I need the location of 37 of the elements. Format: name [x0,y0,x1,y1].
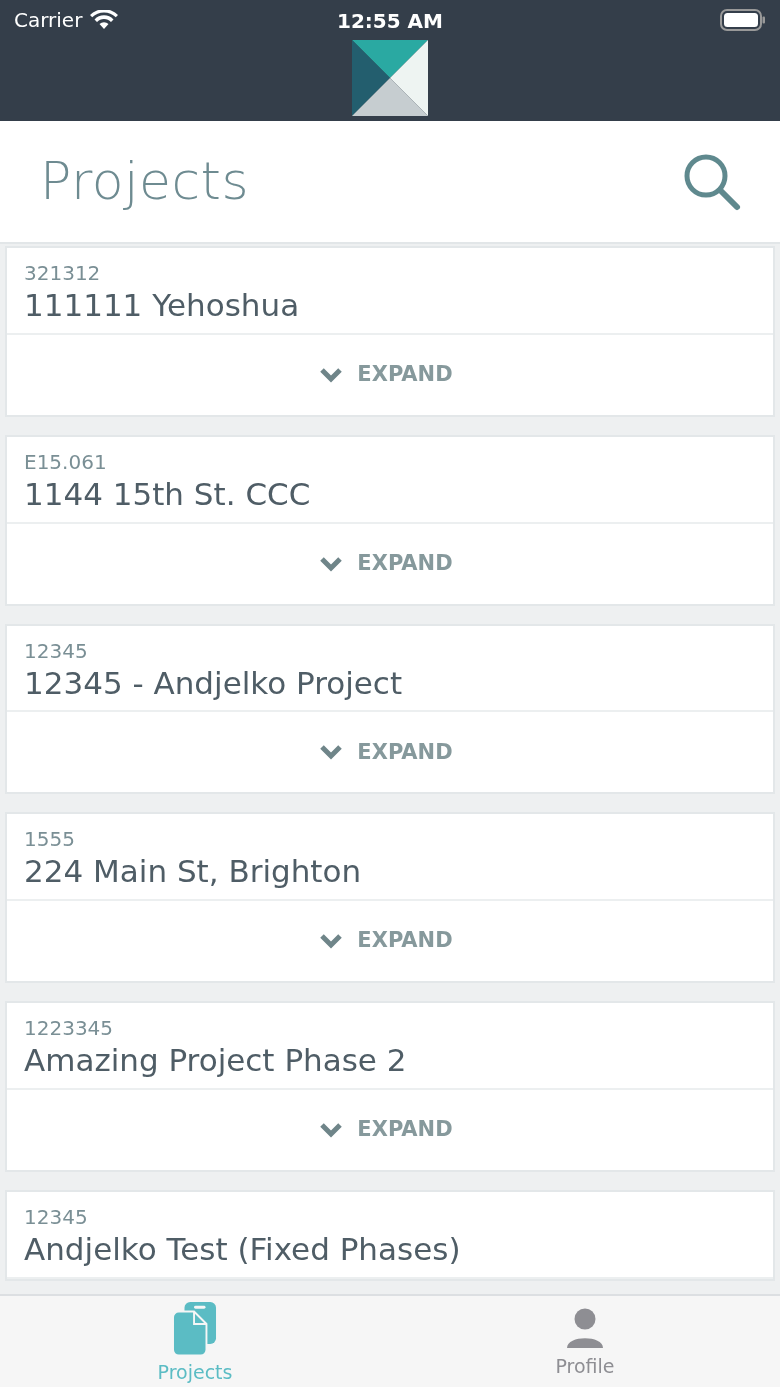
chevron-down-icon [319,1121,344,1138]
documents-icon [172,1302,218,1356]
person-icon [565,1307,605,1350]
expand-button[interactable]: EXPAND [319,925,453,957]
project-card[interactable]: 321312 111111 Yehoshua EXPAND [5,246,775,417]
chevron-down-icon [319,366,344,383]
wifi-icon [90,10,119,30]
project-name: Andjelko Test (Fixed Phases) [24,1229,462,1269]
project-number: 321312 [24,260,102,286]
project-number: 12345 [24,637,89,664]
project-card[interactable]: 1555 224 Main St, Brighton EXPAND [5,812,775,983]
page-title: Projects [40,150,249,213]
project-name: 224 Main St, Brighton [24,852,363,891]
project-card[interactable]: 12345 Andjelko Test (Fixed Phases) [5,1189,775,1281]
chevron-down-icon [319,933,344,949]
project-number: 1555 [24,826,76,853]
chevron-down-icon [319,744,344,761]
project-card[interactable]: 12345 12345 - Andjelko Project EXPAND [5,623,775,795]
battery-icon [720,9,766,31]
chevron-down-icon [319,555,344,572]
expand-button[interactable]: EXPAND [319,359,453,391]
expand-button[interactable]: EXPAND [319,736,453,768]
tab-bar-item[interactable]: Projects [0,1296,390,1387]
project-card[interactable]: E15.061 1144 15th St. CCC EXPAND [5,434,775,606]
project-name: Amazing Project Phase 2 [24,1041,408,1080]
project-number: 12345 [24,1203,89,1230]
carrier-label: Carrier [14,7,83,34]
expand-button[interactable]: EXPAND [319,547,453,580]
clock-time: 12:55 AM [337,8,443,35]
project-name: 111111 Yehoshua [24,286,301,325]
project-name: 1144 15th St. CCC [24,474,312,514]
project-card[interactable]: 1223345 Amazing Project Phase 2 EXPAND [5,1001,775,1172]
project-number: 1223345 [24,1015,115,1041]
project-number: E15.061 [24,448,108,475]
project-name: 12345 - Andjelko Project [24,663,404,703]
tab-bar-item[interactable]: Profile [390,1296,780,1387]
expand-button[interactable]: EXPAND [319,1114,453,1146]
